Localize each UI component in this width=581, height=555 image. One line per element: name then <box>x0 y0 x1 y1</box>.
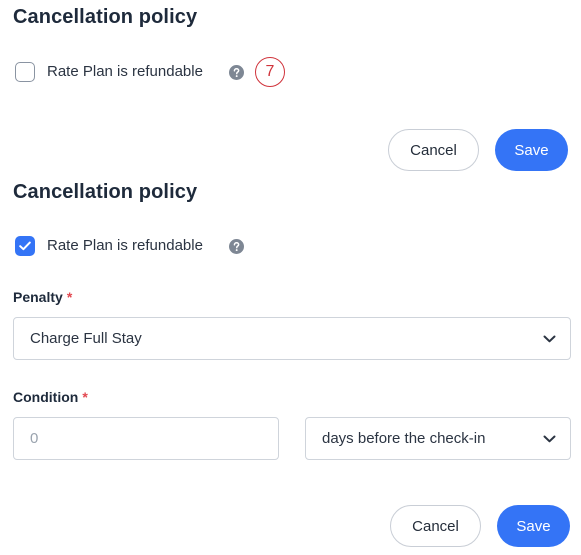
refundable-checkbox-1[interactable] <box>15 62 35 82</box>
check-icon <box>19 241 31 251</box>
condition-days-placeholder: 0 <box>30 430 39 447</box>
cancel-button-1[interactable]: Cancel <box>388 129 479 171</box>
chevron-down-icon <box>543 435 556 442</box>
penalty-select-value: Charge Full Stay <box>30 330 142 347</box>
condition-unit-value: days before the check-in <box>322 430 486 447</box>
condition-label: Condition * <box>13 389 88 405</box>
section-2-title: Cancellation policy <box>13 181 198 203</box>
condition-label-text: Condition <box>13 389 79 405</box>
condition-unit-select[interactable]: days before the check-in <box>305 417 571 460</box>
cancel-button-2[interactable]: Cancel <box>390 505 481 547</box>
save-button-1[interactable]: Save <box>495 129 568 171</box>
chevron-down-icon <box>543 335 556 342</box>
penalty-label: Penalty * <box>13 289 72 305</box>
condition-days-input[interactable]: 0 <box>13 417 279 460</box>
penalty-select[interactable]: Charge Full Stay <box>13 317 571 360</box>
question-circle-icon[interactable] <box>229 65 244 80</box>
required-marker: * <box>82 389 88 405</box>
refundable-label-2: Rate Plan is refundable <box>47 237 203 254</box>
question-circle-icon[interactable] <box>229 239 244 254</box>
refundable-checkbox-2[interactable] <box>15 236 35 256</box>
annotation-marker: 7 <box>255 57 285 87</box>
section-1-title: Cancellation policy <box>13 6 198 28</box>
required-marker: * <box>66 289 73 305</box>
penalty-label-text: Penalty <box>13 289 63 305</box>
save-button-2[interactable]: Save <box>497 505 570 547</box>
refundable-label-1: Rate Plan is refundable <box>47 63 203 80</box>
